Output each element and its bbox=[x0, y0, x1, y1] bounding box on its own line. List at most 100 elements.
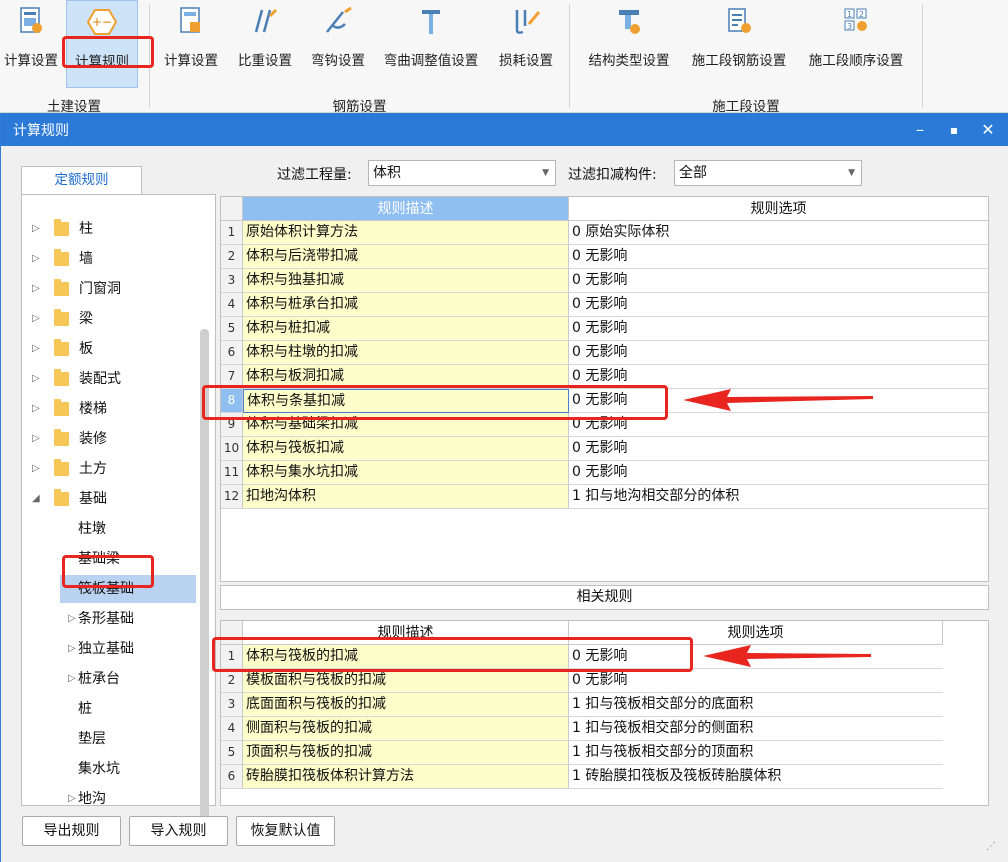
filter-member-select[interactable]: 全部 ▼ bbox=[674, 160, 862, 186]
table-row[interactable]: 4 体积与桩承台扣减 0 无影响 bbox=[221, 293, 988, 317]
rule-option-cell[interactable]: 0 无影响 bbox=[569, 437, 988, 461]
expand-right-icon[interactable]: ▷ bbox=[32, 365, 44, 393]
tree-node[interactable]: ▷ 墙 bbox=[22, 245, 202, 273]
calc-rules-button[interactable]: +− 计算规则 bbox=[66, 0, 138, 88]
rule-description-cell[interactable]: 体积与筏板的扣减 bbox=[243, 645, 569, 669]
table-row[interactable]: 4 侧面积与筏板的扣减 1 扣与筏板相交部分的侧面积 bbox=[221, 717, 988, 741]
col-desc-header[interactable]: 规则描述 bbox=[243, 621, 569, 645]
segment-order-button[interactable]: 123 施工段顺序设置 bbox=[800, 0, 912, 90]
tree-node[interactable]: ◢ 基础 bbox=[22, 485, 202, 513]
col-opt-header[interactable]: 规则选项 bbox=[569, 197, 988, 221]
rule-option-cell[interactable]: 1 扣与筏板相交部分的顶面积 bbox=[569, 741, 943, 765]
rule-description-cell[interactable]: 体积与后浇带扣减 bbox=[243, 245, 569, 269]
tree-node[interactable]: 集水坑 bbox=[22, 755, 202, 783]
rule-option-cell[interactable]: 0 无影响 bbox=[569, 293, 988, 317]
tree-node[interactable]: ▷ 地沟 bbox=[22, 785, 202, 805]
rule-description-cell[interactable]: 体积与筏板扣减 bbox=[243, 437, 569, 461]
tree-scrollbar[interactable] bbox=[200, 329, 209, 819]
resize-grip-icon[interactable]: ⋰ bbox=[986, 841, 996, 852]
reset-defaults-button[interactable]: 恢复默认值 bbox=[236, 816, 335, 846]
tree-node[interactable]: ▷ 条形基础 bbox=[22, 605, 202, 633]
rule-description-cell[interactable]: 体积与独基扣减 bbox=[243, 269, 569, 293]
table-row[interactable]: 12 扣地沟体积 1 扣与地沟相交部分的体积 bbox=[221, 485, 988, 509]
rule-option-cell[interactable]: 1 扣与筏板相交部分的底面积 bbox=[569, 693, 943, 717]
tree-node[interactable]: ▷ 楼梯 bbox=[22, 395, 202, 423]
tree-node[interactable]: ▷ 梁 bbox=[22, 305, 202, 333]
tree-node[interactable]: ▷ 门窗洞 bbox=[22, 275, 202, 303]
segment-rebar-button[interactable]: 施工段钢筋设置 bbox=[683, 0, 795, 90]
table-row[interactable]: 11 体积与集水坑扣减 0 无影响 bbox=[221, 461, 988, 485]
rule-option-cell[interactable]: 0 无影响 bbox=[569, 341, 988, 365]
import-rules-button[interactable]: 导入规则 bbox=[129, 816, 228, 846]
expand-right-icon[interactable]: ▷ bbox=[32, 395, 44, 423]
close-icon[interactable]: ✕ bbox=[975, 117, 1001, 143]
expand-right-icon[interactable]: ▷ bbox=[32, 245, 44, 273]
loss-settings-button[interactable]: 损耗设置 bbox=[490, 0, 562, 90]
rule-option-cell[interactable]: 0 无影响 bbox=[569, 461, 988, 485]
rule-option-cell[interactable]: 1 扣与筏板相交部分的侧面积 bbox=[569, 717, 943, 741]
rule-option-cell[interactable]: 0 无影响 bbox=[569, 317, 988, 341]
calc-settings-civil-button[interactable]: 计算设置 bbox=[0, 0, 62, 90]
hook-settings-button[interactable]: 弯钩设置 bbox=[303, 0, 373, 90]
rule-description-cell[interactable]: 扣地沟体积 bbox=[243, 485, 569, 509]
table-row[interactable]: 3 体积与独基扣减 0 无影响 bbox=[221, 269, 988, 293]
tree-node[interactable]: ▷ 装配式 bbox=[22, 365, 202, 393]
tree-node[interactable]: 桩 bbox=[22, 695, 202, 723]
rule-option-cell[interactable]: 1 扣与地沟相交部分的体积 bbox=[569, 485, 988, 509]
rule-description-cell[interactable]: 体积与集水坑扣减 bbox=[243, 461, 569, 485]
expand-right-icon[interactable]: ▷ bbox=[32, 455, 44, 483]
tree-node[interactable]: ▷ 柱 bbox=[22, 215, 202, 243]
table-row[interactable]: 6 体积与柱墩的扣减 0 无影响 bbox=[221, 341, 988, 365]
expand-right-icon[interactable]: ▷ bbox=[32, 215, 44, 243]
rule-description-cell[interactable]: 模板面积与筏板的扣减 bbox=[243, 669, 569, 693]
expand-right-icon[interactable]: ▷ bbox=[32, 335, 44, 363]
rule-description-cell[interactable]: 体积与基础梁扣减 bbox=[243, 413, 569, 437]
tree-node[interactable]: 筏板基础 bbox=[60, 575, 196, 603]
table-row[interactable]: 6 砖胎膜扣筏板体积计算方法 1 砖胎膜扣筏板及筏板砖胎膜体积 bbox=[221, 765, 988, 789]
rule-option-cell[interactable]: 0 无影响 bbox=[569, 269, 988, 293]
rule-description-cell[interactable]: 体积与桩承台扣减 bbox=[243, 293, 569, 317]
rule-description-cell[interactable]: 原始体积计算方法 bbox=[243, 221, 569, 245]
rule-description-cell[interactable]: 砖胎膜扣筏板体积计算方法 bbox=[243, 765, 569, 789]
bend-adjust-button[interactable]: 弯曲调整值设置 bbox=[376, 0, 486, 90]
tree-node[interactable]: ▷ 桩承台 bbox=[22, 665, 202, 693]
tree-node[interactable]: ▷ 板 bbox=[22, 335, 202, 363]
col-desc-header[interactable]: 规则描述 bbox=[243, 197, 569, 221]
rule-option-cell[interactable]: 0 无影响 bbox=[569, 669, 943, 693]
rule-option-cell[interactable]: 0 无影响 bbox=[569, 245, 988, 269]
expand-right-icon[interactable]: ▷ bbox=[32, 425, 44, 453]
table-row[interactable]: 2 模板面积与筏板的扣减 0 无影响 bbox=[221, 669, 988, 693]
table-row[interactable]: 5 顶面积与筏板的扣减 1 扣与筏板相交部分的顶面积 bbox=[221, 741, 988, 765]
tree-node[interactable]: 垫层 bbox=[22, 725, 202, 753]
rule-option-cell[interactable]: 0 原始实际体积 bbox=[569, 221, 988, 245]
tab-quota-rules[interactable]: 定额规则 bbox=[21, 166, 142, 194]
export-rules-button[interactable]: 导出规则 bbox=[22, 816, 121, 846]
tree-node[interactable]: ▷ 装修 bbox=[22, 425, 202, 453]
rule-option-cell[interactable]: 0 无影响 bbox=[569, 413, 988, 437]
rule-description-cell[interactable]: 顶面积与筏板的扣减 bbox=[243, 741, 569, 765]
table-row[interactable]: 9 体积与基础梁扣减 0 无影响 bbox=[221, 413, 988, 437]
structure-type-button[interactable]: 结构类型设置 bbox=[579, 0, 679, 90]
expand-down-icon[interactable]: ◢ bbox=[32, 485, 44, 513]
rule-description-cell[interactable]: 体积与板洞扣减 bbox=[243, 365, 569, 389]
filter-qty-select[interactable]: 体积 ▼ bbox=[368, 160, 556, 186]
tree-node[interactable]: ▷ 独立基础 bbox=[22, 635, 202, 663]
rule-description-cell[interactable]: 体积与条基扣减 bbox=[243, 389, 569, 413]
rule-description-cell[interactable]: 体积与柱墩的扣减 bbox=[243, 341, 569, 365]
table-row[interactable]: 10 体积与筏板扣减 0 无影响 bbox=[221, 437, 988, 461]
rule-description-cell[interactable]: 底面面积与筏板的扣减 bbox=[243, 693, 569, 717]
table-row[interactable]: 3 底面面积与筏板的扣减 1 扣与筏板相交部分的底面积 bbox=[221, 693, 988, 717]
expand-right-icon[interactable]: ▷ bbox=[32, 275, 44, 303]
tree-node[interactable]: 基础梁 bbox=[22, 545, 202, 573]
calc-settings-rebar-button[interactable]: 计算设置 bbox=[158, 0, 224, 90]
minimize-icon[interactable]: – bbox=[907, 117, 933, 143]
weight-settings-button[interactable]: 比重设置 bbox=[230, 0, 300, 90]
tree-node[interactable]: 柱墩 bbox=[22, 515, 202, 543]
table-row[interactable]: 5 体积与桩扣减 0 无影响 bbox=[221, 317, 988, 341]
maximize-icon[interactable]: ▪ bbox=[941, 117, 967, 143]
tree-node[interactable]: ▷ 土方 bbox=[22, 455, 202, 483]
rule-description-cell[interactable]: 侧面积与筏板的扣减 bbox=[243, 717, 569, 741]
table-row[interactable]: 2 体积与后浇带扣减 0 无影响 bbox=[221, 245, 988, 269]
table-row[interactable]: 1 原始体积计算方法 0 原始实际体积 bbox=[221, 221, 988, 245]
rule-option-cell[interactable]: 1 砖胎膜扣筏板及筏板砖胎膜体积 bbox=[569, 765, 943, 789]
